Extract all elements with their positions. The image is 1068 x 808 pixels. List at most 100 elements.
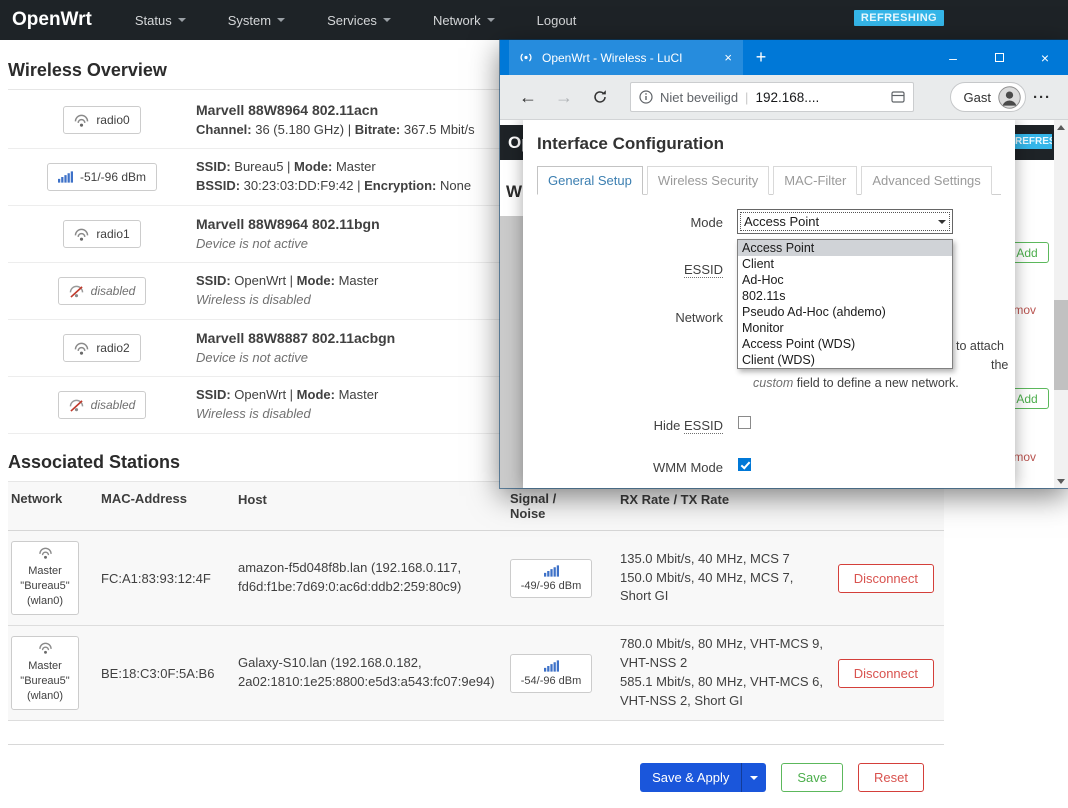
- browser-menu-button[interactable]: ···: [1026, 89, 1058, 106]
- chevron-down-icon: [382, 18, 391, 22]
- dropdown-option[interactable]: Ad-Hoc: [738, 272, 952, 288]
- signal-value: -54/-96 dBm: [520, 674, 582, 687]
- reset-button[interactable]: Reset: [858, 763, 924, 792]
- col-mac: MAC-Address: [101, 491, 187, 506]
- radio-badge-label: radio0: [96, 113, 130, 127]
- browser-window: OpenWrt - Wireless - LuCI × + – × ← → Ni…: [499, 39, 1068, 489]
- back-button[interactable]: ←: [510, 81, 546, 113]
- interface-configuration-dialog: Interface Configuration General Setup Wi…: [523, 120, 1015, 488]
- status-line: Wireless is disabled: [196, 406, 311, 421]
- radio-badge-label: radio2: [96, 341, 130, 355]
- disabled-badge-label: disabled: [90, 284, 136, 298]
- tx-rate: 150.0 Mbit/s, 40 MHz, MCS 7, Short GI: [620, 569, 794, 604]
- action-cell: Disconnect: [825, 563, 944, 593]
- save-apply-dropdown[interactable]: [741, 763, 767, 792]
- radio-subtitle: Device is not active: [196, 235, 308, 251]
- nav-logout[interactable]: Logout: [516, 0, 598, 40]
- new-tab-button[interactable]: +: [743, 40, 779, 75]
- url-bar[interactable]: Niet beveiligd | 192.168....: [630, 82, 914, 112]
- rx-rate: 135.0 Mbit/s, 40 MHz, MCS 7: [620, 550, 790, 566]
- ssid-info: SSID: OpenWrt | Mode: Master Wireless is…: [196, 272, 378, 310]
- nav-system-label: System: [227, 12, 272, 28]
- radio-info: Marvell 88W8964 802.11acn Channel: 36 (5…: [196, 100, 475, 139]
- chevron-down-icon: [177, 18, 186, 22]
- ssid-line: SSID: OpenWrt | Mode: Master: [196, 273, 379, 289]
- browser-titlebar[interactable]: OpenWrt - Wireless - LuCI × + – ×: [500, 40, 1068, 75]
- radio-badge: radio0: [63, 106, 141, 134]
- signal-bars-icon: [57, 171, 73, 183]
- dropdown-option[interactable]: Monitor: [738, 320, 952, 336]
- network-device: (wlan0): [26, 689, 64, 702]
- ssid-info: SSID: OpenWrt | Mode: Master Wireless is…: [196, 386, 378, 424]
- signal-value: -49/-96 dBm: [520, 579, 582, 592]
- tab-title: OpenWrt - Wireless - LuCI: [542, 50, 683, 65]
- bssid-line: BSSID: 30:23:03:DD:F9:42 | Encryption: N…: [196, 178, 472, 193]
- tab-advanced-settings[interactable]: Advanced Settings: [861, 166, 992, 195]
- tab-mac-filter[interactable]: MAC-Filter: [773, 166, 858, 195]
- nav-system[interactable]: System: [207, 0, 306, 40]
- nav-services-label: Services: [327, 12, 377, 28]
- badge-cell: radio0: [8, 106, 196, 134]
- essid-label: ESSID: [523, 262, 723, 278]
- mode-select[interactable]: Access Point: [737, 209, 953, 234]
- scroll-up-arrow[interactable]: [1054, 120, 1068, 134]
- custom-word: custom: [753, 376, 794, 390]
- wmm-mode-checkbox[interactable]: [738, 458, 751, 471]
- ssid-line: SSID: Bureau5 | Mode: Master: [196, 159, 376, 175]
- hide-prefix: Hide: [653, 418, 684, 433]
- refresh-button[interactable]: [582, 81, 618, 113]
- nav-services[interactable]: Services: [306, 0, 412, 40]
- browser-addressbar: ← → Niet beveiligd | 192.168.... Gast ··…: [500, 75, 1068, 120]
- disconnect-button[interactable]: Disconnect: [837, 658, 934, 688]
- stations-header: Network MAC-Address Host Signal / Noise …: [8, 482, 944, 531]
- openwrt-brand: OpenWrt: [12, 9, 92, 30]
- minimize-button[interactable]: –: [930, 40, 976, 75]
- badge-cell: radio1: [8, 220, 196, 248]
- browser-tab[interactable]: OpenWrt - Wireless - LuCI ×: [509, 40, 743, 75]
- scrollbar-thumb[interactable]: [1054, 300, 1068, 390]
- help-text-fragment: to attach: [956, 339, 1004, 353]
- host: Galaxy-S10.lan (192.168.0.182, 2a02:1810…: [238, 655, 495, 689]
- scroll-down-arrow[interactable]: [1054, 474, 1068, 488]
- close-button[interactable]: ×: [1022, 40, 1068, 75]
- window-controls: – ×: [930, 40, 1068, 75]
- maximize-button[interactable]: [976, 40, 1022, 75]
- tab-general-setup[interactable]: General Setup: [537, 166, 643, 195]
- dropdown-option[interactable]: Client: [738, 256, 952, 272]
- wifi-disabled-icon: [69, 285, 83, 298]
- nav-status[interactable]: Status: [114, 0, 207, 40]
- network-badge: Master "Bureau5" (wlan0): [11, 636, 79, 710]
- radio-badge: radio2: [63, 334, 141, 362]
- inner-refreshing-badge: REFRESHING: [1012, 134, 1052, 149]
- hide-essid-label: Hide ESSID: [523, 418, 723, 434]
- hide-essid-checkbox[interactable]: [738, 416, 751, 429]
- dropdown-option[interactable]: Access Point (WDS): [738, 336, 952, 352]
- chevron-down-icon: [486, 18, 495, 22]
- dropdown-option[interactable]: Client (WDS): [738, 352, 952, 368]
- tab-search-icon[interactable]: [891, 90, 905, 104]
- status-line: Wireless is disabled: [196, 292, 311, 307]
- save-apply-button[interactable]: Save & Apply: [640, 763, 767, 792]
- scrollbar[interactable]: [1054, 120, 1068, 488]
- dropdown-option[interactable]: Pseudo Ad-Hoc (ahdemo): [738, 304, 952, 320]
- url-separator: |: [745, 89, 749, 105]
- col-signal: Signal / Noise: [510, 491, 557, 521]
- nav-network-label: Network: [432, 12, 481, 28]
- rx-rate: 780.0 Mbit/s, 80 MHz, VHT-MCS 9, VHT-NSS…: [620, 636, 824, 671]
- dropdown-option[interactable]: 802.11s: [738, 288, 952, 304]
- dropdown-option[interactable]: Access Point: [738, 240, 952, 256]
- tab-close-icon[interactable]: ×: [722, 50, 734, 65]
- profile-button[interactable]: Gast: [949, 82, 1026, 112]
- tab-wireless-security[interactable]: Wireless Security: [646, 166, 770, 195]
- mode-dropdown-list: Access Point Client Ad-Hoc 802.11s Pseud…: [737, 239, 953, 369]
- signal-badge: -51/-96 dBm: [46, 163, 158, 191]
- nav-network[interactable]: Network: [412, 0, 516, 40]
- station-row: Master "Bureau5" (wlan0) BE:18:C3:0F:5A:…: [8, 626, 944, 721]
- signal-cell: -49/-96 dBm: [510, 558, 620, 598]
- ssid-line: SSID: OpenWrt | Mode: Master: [196, 387, 379, 403]
- essid-abbr: ESSID: [683, 262, 723, 278]
- disconnect-button[interactable]: Disconnect: [837, 563, 934, 593]
- save-button[interactable]: Save: [781, 763, 844, 792]
- browser-content: Op REFRESHING Wi Add Remove Add Remove I…: [500, 120, 1068, 488]
- forward-button[interactable]: →: [546, 81, 582, 113]
